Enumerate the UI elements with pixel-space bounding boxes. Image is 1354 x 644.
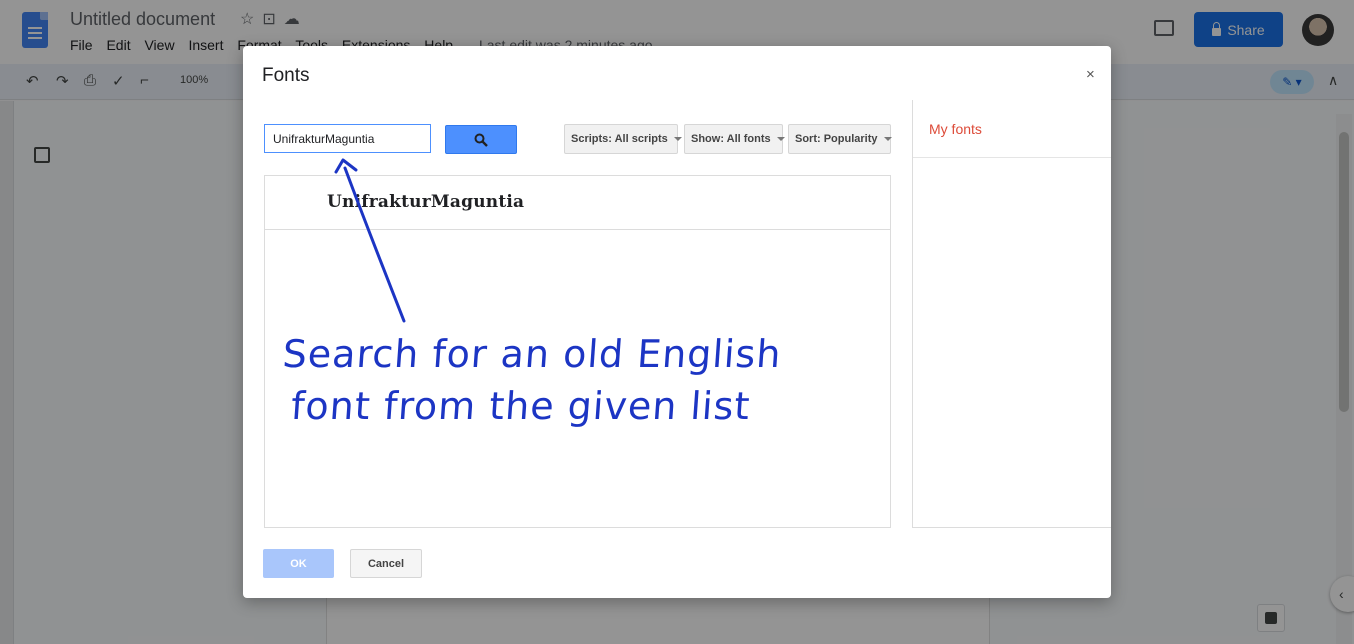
font-search-input[interactable] [264,124,431,153]
sort-label: Sort: Popularity [795,133,878,145]
fonts-dialog: Fonts × Scripts: All scripts Show: All f… [243,46,1111,598]
my-fonts-title: My fonts [929,121,982,137]
close-icon[interactable]: × [1086,66,1095,83]
show-filter-dropdown[interactable]: Show: All fonts [684,124,785,154]
annotation-text: Search for an old English font from the … [277,328,783,432]
chevron-down-icon [673,137,682,141]
dialog-title: Fonts [262,65,310,86]
font-result-item[interactable]: UnifrakturMaguntia [265,176,890,230]
sort-dropdown[interactable]: Sort: Popularity [788,124,892,154]
ok-button[interactable]: OK [263,549,334,578]
font-result-name: UnifrakturMaguntia [327,192,525,212]
chevron-down-icon [776,137,785,141]
search-button[interactable] [445,125,517,154]
annotation-line-1: Search for an old English [281,332,783,376]
scripts-filter-label: Scripts: All scripts [571,133,668,145]
scripts-filter-dropdown[interactable]: Scripts: All scripts [564,124,682,154]
divider [913,157,1111,158]
search-icon [474,133,488,147]
show-filter-label: Show: All fonts [691,133,771,145]
chevron-down-icon [883,137,892,141]
my-fonts-panel: My fonts [912,100,1111,528]
annotation-line-2: font from the given list [289,384,752,428]
cancel-button[interactable]: Cancel [350,549,422,578]
